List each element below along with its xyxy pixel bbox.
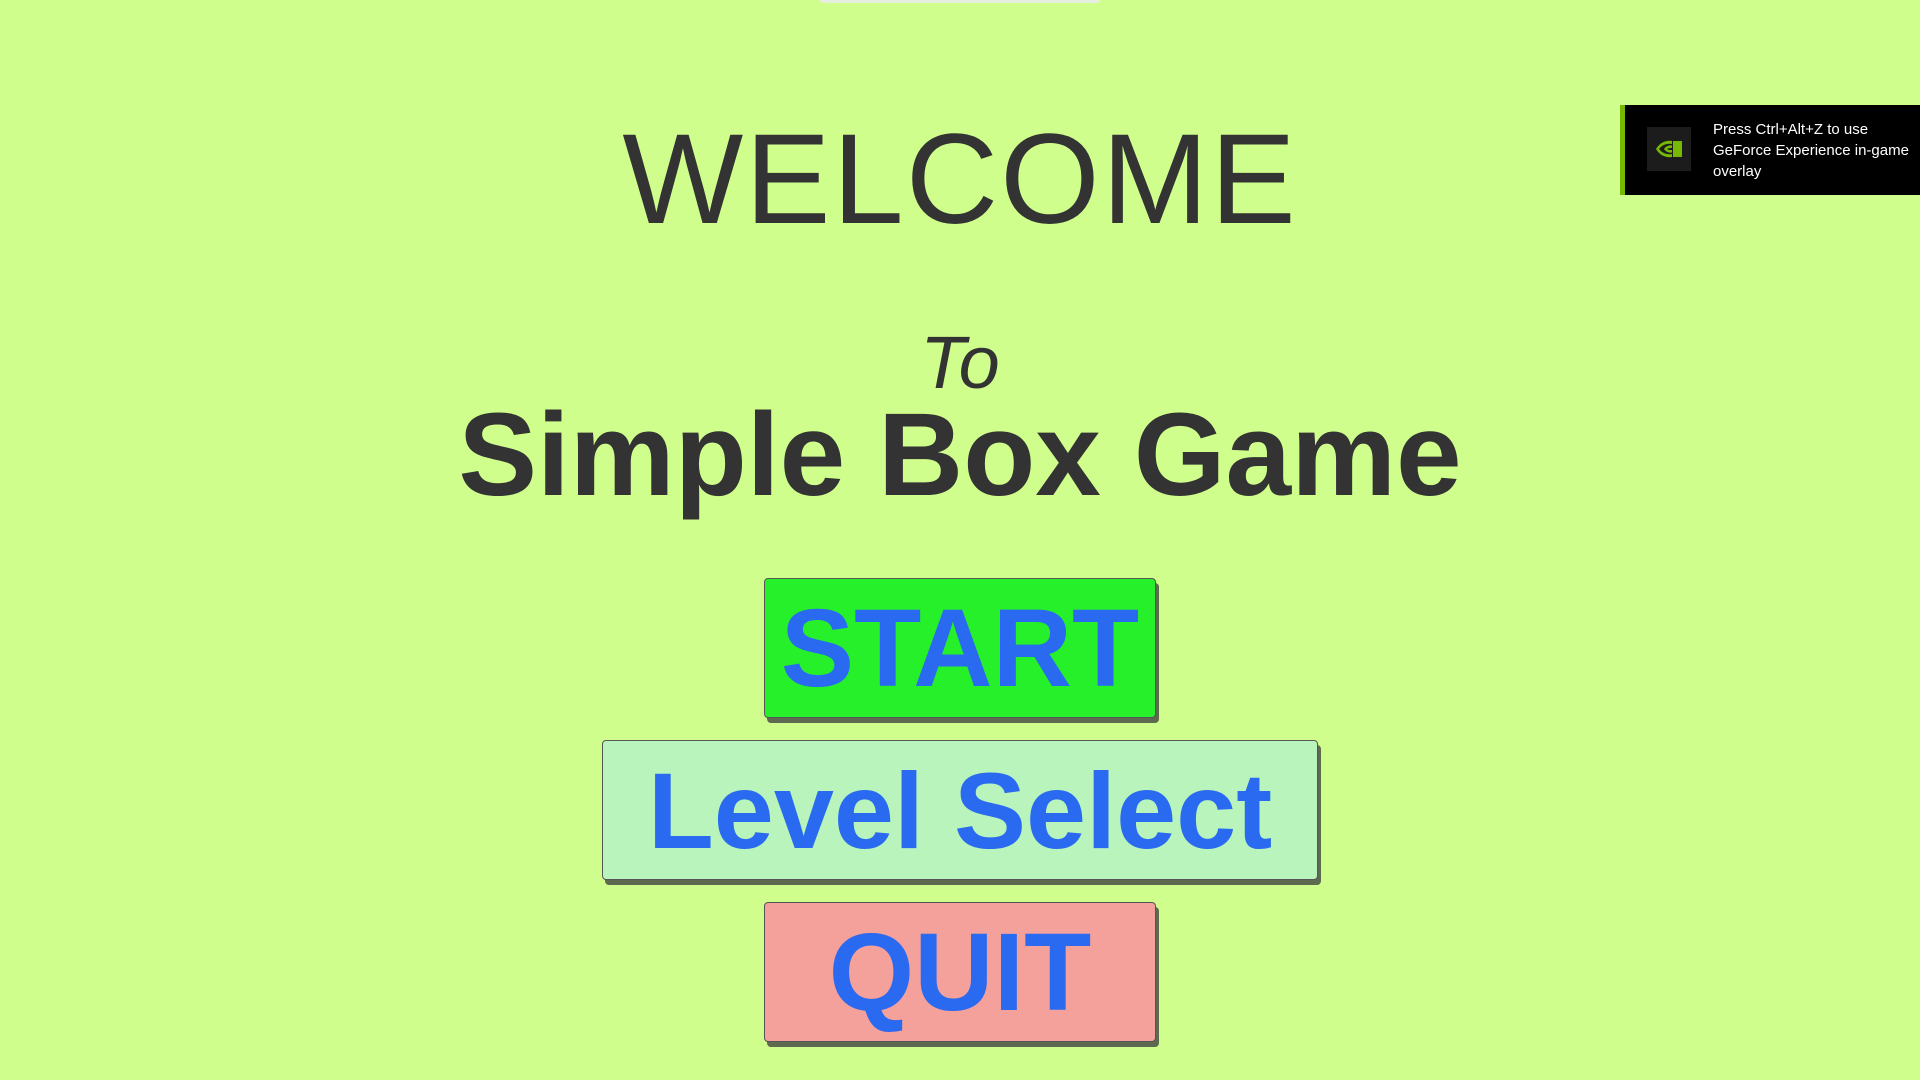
- start-button[interactable]: START: [764, 578, 1156, 718]
- overlay-message: Press Ctrl+Alt+Z to use GeForce Experien…: [1713, 121, 1909, 180]
- geforce-overlay-notification: Press Ctrl+Alt+Z to use GeForce Experien…: [1620, 105, 1920, 195]
- game-title: Simple Box Game: [458, 389, 1462, 521]
- nvidia-logo-icon: [1647, 127, 1691, 171]
- quit-button[interactable]: QUIT: [764, 902, 1156, 1042]
- top-edge-bar: [820, 0, 1100, 3]
- level-select-button[interactable]: Level Select: [602, 740, 1318, 880]
